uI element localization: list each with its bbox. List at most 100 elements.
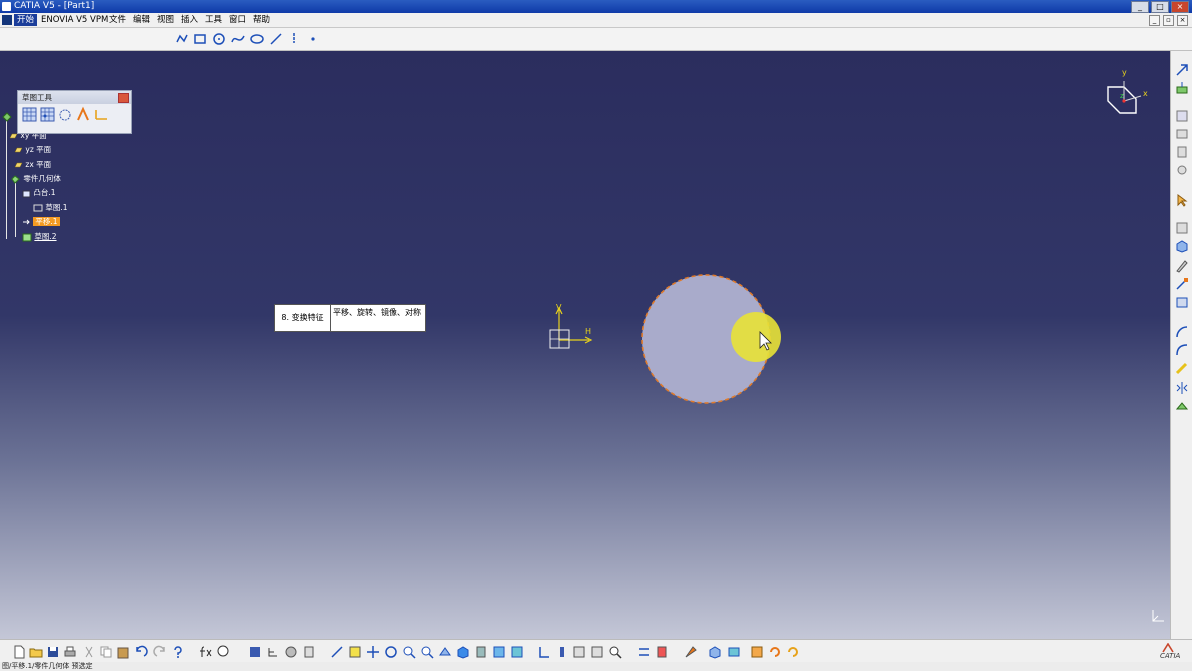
- constraint-icon[interactable]: [1175, 277, 1189, 291]
- sketch-analysis-icon[interactable]: [1175, 221, 1189, 235]
- formula-icon[interactable]: [199, 645, 213, 659]
- knowledge-icon[interactable]: [637, 645, 651, 659]
- rotate-icon[interactable]: [384, 645, 398, 659]
- ellipse-icon[interactable]: [250, 32, 264, 46]
- menu-tools[interactable]: 工具: [202, 14, 225, 26]
- axis-h-label: H: [585, 327, 592, 336]
- measure-icon[interactable]: [284, 645, 298, 659]
- menu-view[interactable]: 视图: [154, 14, 177, 26]
- menu-window[interactable]: 窗口: [226, 14, 249, 26]
- surface-icon[interactable]: [727, 645, 741, 659]
- mdi-restore-button[interactable]: ▫: [1163, 15, 1174, 26]
- swap-space-icon[interactable]: [510, 645, 524, 659]
- search-icon[interactable]: [608, 645, 622, 659]
- part-design-icon[interactable]: [708, 645, 722, 659]
- document-icon[interactable]: [2, 15, 12, 25]
- fly-mode-icon[interactable]: [330, 645, 344, 659]
- line-icon[interactable]: [269, 32, 283, 46]
- standard-toolbar: CATIA: [0, 639, 1192, 663]
- shaft-icon[interactable]: [1175, 145, 1189, 159]
- menu-file[interactable]: 文件: [106, 14, 129, 26]
- menu-help[interactable]: 帮助: [250, 14, 273, 26]
- menu-edit[interactable]: 编辑: [130, 14, 153, 26]
- catia-app-icon: [2, 2, 11, 11]
- open-icon[interactable]: [29, 645, 43, 659]
- compass-y-label: y: [1122, 68, 1127, 77]
- iso-view-icon[interactable]: [456, 645, 470, 659]
- menu-insert[interactable]: 插入: [178, 14, 201, 26]
- update-icon[interactable]: [768, 645, 782, 659]
- cut-icon[interactable]: [82, 645, 96, 659]
- help-icon[interactable]: [171, 645, 185, 659]
- axis-triad-icon: [1152, 610, 1164, 622]
- profile-toolbar: [0, 28, 1192, 51]
- zoom-in-icon[interactable]: [402, 645, 416, 659]
- pointer-icon[interactable]: [1175, 193, 1189, 207]
- tree-expand-icon[interactable]: [266, 645, 280, 659]
- close-button[interactable]: ×: [1171, 1, 1189, 13]
- cursor-highlight: [731, 312, 781, 362]
- catia-logo-text: CATIA: [1160, 652, 1181, 660]
- profile-icon[interactable]: [175, 32, 189, 46]
- mirror-icon[interactable]: [1175, 381, 1189, 395]
- normal-view-icon[interactable]: [438, 645, 452, 659]
- trim-icon[interactable]: [1175, 361, 1189, 375]
- catia-logo: CATIA: [1158, 643, 1190, 661]
- rectangle-icon[interactable]: [193, 32, 207, 46]
- properties-icon[interactable]: [572, 645, 586, 659]
- sketch-workbench-icon[interactable]: [1175, 81, 1189, 95]
- point-icon[interactable]: [306, 32, 320, 46]
- corner-icon[interactable]: [1175, 343, 1189, 357]
- compass-icon[interactable]: [1107, 81, 1142, 114]
- menu-enovia[interactable]: ENOVIA V5 VPM: [38, 14, 111, 26]
- layer-icon[interactable]: [555, 645, 569, 659]
- mdi-close-button[interactable]: ×: [1177, 15, 1188, 26]
- exit-workbench-icon[interactable]: [1175, 63, 1189, 77]
- pocket-icon[interactable]: [1175, 127, 1189, 141]
- analysis-icon[interactable]: [302, 645, 316, 659]
- axis-v-label: V: [556, 303, 562, 312]
- project-3d-icon[interactable]: [1175, 399, 1189, 413]
- auto-update-icon[interactable]: [786, 645, 800, 659]
- copy-icon[interactable]: [99, 645, 113, 659]
- status-bar: 图/平移.1/零件几何体 预选定: [0, 662, 1192, 671]
- pencil-icon[interactable]: [1175, 259, 1189, 273]
- new-icon[interactable]: [12, 645, 26, 659]
- window-title: CATIA V5 - [Part1]: [14, 1, 95, 11]
- arc-icon[interactable]: [1175, 325, 1189, 339]
- status-text: 图/平移.1/零件几何体 预选定: [2, 662, 93, 670]
- comment-icon[interactable]: [216, 645, 230, 659]
- right-toolbar: [1170, 51, 1192, 639]
- menu-start[interactable]: 开始: [14, 14, 38, 26]
- maximize-button[interactable]: □: [1151, 1, 1169, 13]
- shading-icon[interactable]: [474, 645, 488, 659]
- hole-icon[interactable]: [1175, 163, 1189, 177]
- auto-constraint-icon[interactable]: [1175, 295, 1189, 309]
- circle-icon[interactable]: [212, 32, 226, 46]
- mdi-minimize-button[interactable]: _: [1149, 15, 1160, 26]
- select-tool-icon[interactable]: [1175, 109, 1189, 123]
- spline-icon[interactable]: [231, 32, 245, 46]
- axis-icon[interactable]: [287, 32, 301, 46]
- catalog-icon[interactable]: [248, 645, 262, 659]
- axis-system-icon[interactable]: [537, 645, 551, 659]
- save-icon[interactable]: [46, 645, 60, 659]
- cube-icon[interactable]: [1175, 239, 1189, 253]
- compass-z-label: z: [1120, 92, 1124, 100]
- 3d-viewport[interactable]: xy 平面 yz 平面 zx 平面 零件几何体 凸台.1 草图.1 平移.1 草…: [0, 51, 1170, 639]
- zoom-out-icon[interactable]: [420, 645, 434, 659]
- parameters-icon[interactable]: [655, 645, 669, 659]
- fit-all-icon[interactable]: [348, 645, 362, 659]
- minimize-button[interactable]: _: [1131, 1, 1149, 13]
- print-icon[interactable]: [63, 645, 77, 659]
- paste-icon[interactable]: [116, 645, 130, 659]
- redo-icon[interactable]: [153, 645, 167, 659]
- pan-icon[interactable]: [366, 645, 380, 659]
- menu-bar: 开始 ENOVIA V5 VPM 文件 编辑 视图 插入 工具 窗口 帮助 _ …: [0, 13, 1192, 28]
- graph-icon[interactable]: [590, 645, 604, 659]
- sketcher-mode-icon[interactable]: [684, 645, 698, 659]
- constraint-solver-icon[interactable]: [750, 645, 764, 659]
- hide-show-icon[interactable]: [492, 645, 506, 659]
- compass-x-label: x: [1143, 89, 1148, 98]
- undo-icon[interactable]: [134, 645, 148, 659]
